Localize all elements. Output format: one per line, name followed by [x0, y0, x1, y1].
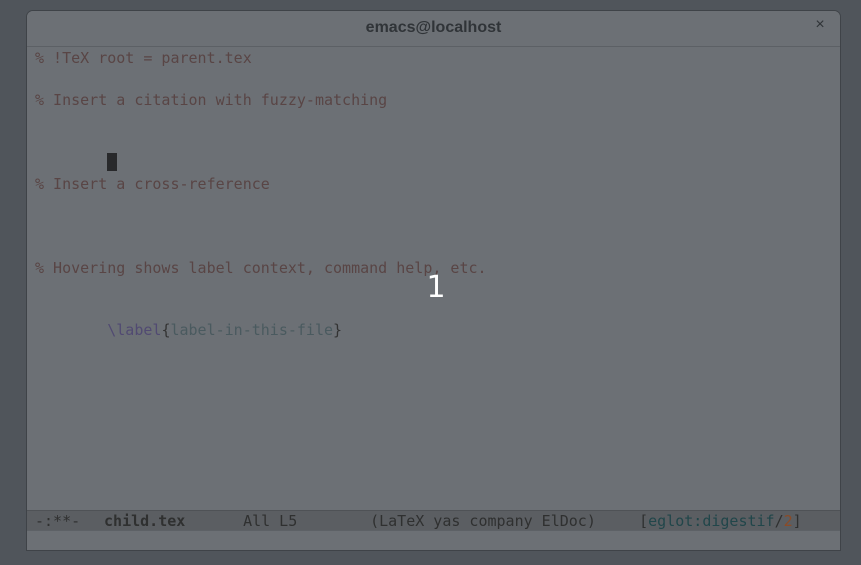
window-title: emacs@localhost	[365, 19, 502, 36]
close-icon[interactable]: ×	[811, 16, 829, 34]
latex-command: \label	[107, 321, 162, 339]
minibuffer[interactable]	[27, 530, 840, 550]
cursor-position: All L5	[243, 512, 298, 530]
editor-area[interactable]: % !TeX root = parent.tex % Insert a cita…	[27, 47, 840, 510]
text-cursor	[107, 153, 118, 171]
window-titlebar[interactable]: emacs@localhost ×	[27, 11, 840, 47]
desktop: emacs@localhost × % !TeX root = parent.t…	[0, 0, 861, 565]
lsp-separator: /	[774, 512, 784, 530]
lsp-open-bracket: [	[639, 512, 649, 530]
buffer-state: -:**-	[35, 512, 81, 530]
cursor-line[interactable]	[35, 132, 118, 171]
code-line-7: % Insert a cross-reference	[35, 175, 270, 193]
close-brace: }	[333, 321, 343, 339]
eglot-status[interactable]: [eglot:digestif/2]	[639, 511, 839, 531]
code-line-13: \label{label-in-this-file}	[35, 300, 342, 339]
mode-line: -:**- child.tex All L5 (LaTeX yas compan…	[27, 510, 840, 530]
label-argument: label-in-this-file	[170, 321, 334, 339]
active-modes[interactable]: (LaTeX yas company ElDoc)	[370, 511, 630, 531]
code-line-1: % !TeX root = parent.tex	[35, 49, 252, 67]
lsp-server-name: eglot:digestif	[648, 512, 775, 530]
overlay-number: 1	[426, 270, 446, 305]
lsp-close-bracket: ]	[792, 512, 802, 530]
buffer-name[interactable]: child.tex	[104, 511, 234, 531]
code-line-11: % Hovering shows label context, command …	[35, 259, 487, 277]
code-line-3: % Insert a citation with fuzzy-matching	[35, 91, 388, 109]
emacs-window[interactable]: emacs@localhost × % !TeX root = parent.t…	[26, 10, 841, 551]
lsp-count: 2	[783, 512, 793, 530]
